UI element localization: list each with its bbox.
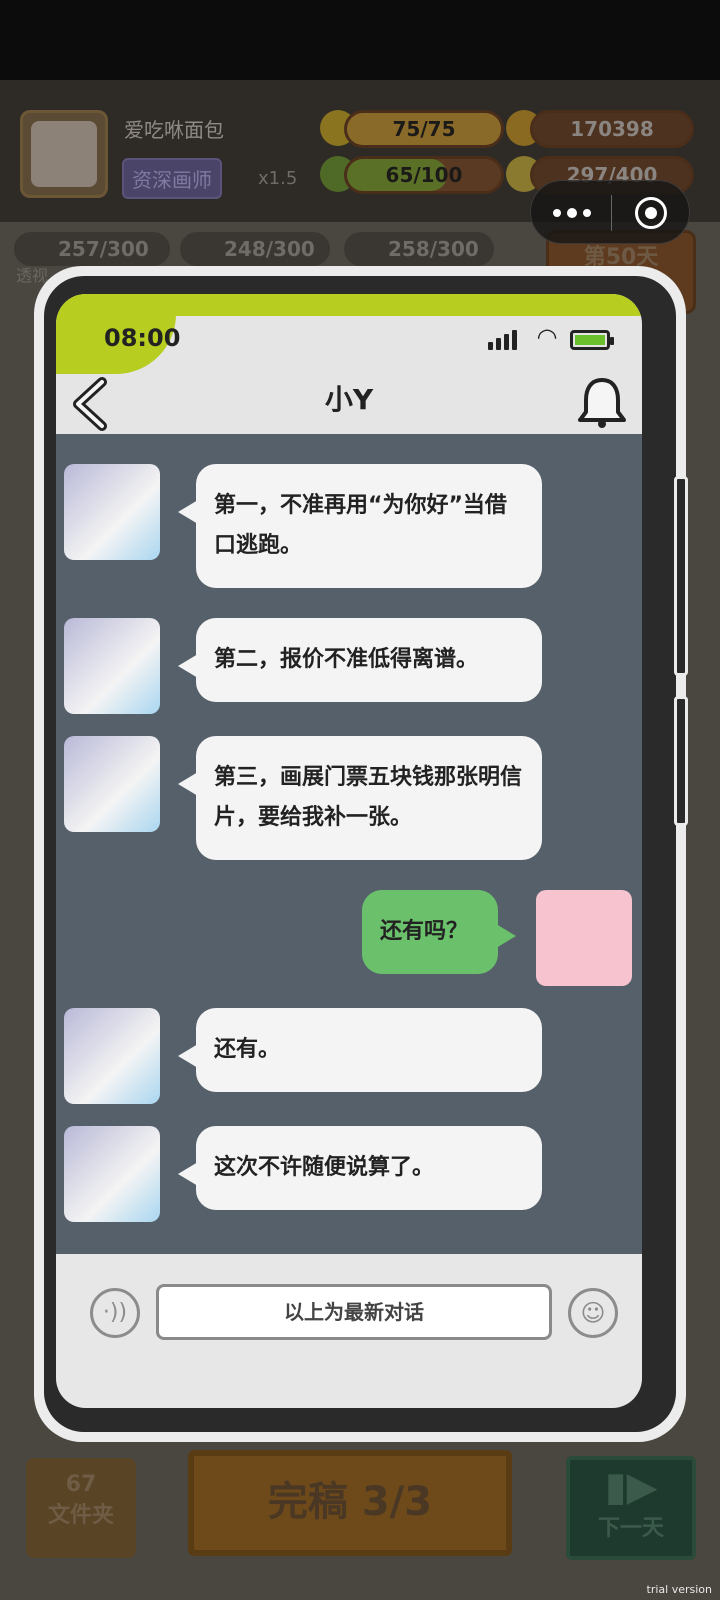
message-bubble: 还有。 bbox=[178, 1008, 542, 1092]
miniprogram-capsule bbox=[530, 180, 690, 244]
wifi-icon: ◠ bbox=[536, 323, 558, 351]
player-avatar bbox=[20, 110, 108, 198]
coins-bar: 170398 bbox=[530, 110, 694, 148]
phone-device: 08:00 ◠ 小Y 第一，不准再用“为你好”当借口逃跑。 第二，报价不准低得离… bbox=[34, 266, 688, 1442]
skill-composition: 258/300 bbox=[344, 232, 494, 266]
chat-message: 这次不许随便说算了。 bbox=[64, 1126, 544, 1222]
player-chat-avatar bbox=[536, 890, 632, 986]
skill-perspective: 257/300 bbox=[14, 232, 170, 266]
phone-side-button bbox=[674, 696, 688, 826]
contact-avatar bbox=[64, 1008, 160, 1104]
contact-avatar bbox=[64, 1126, 160, 1222]
health-bar: 65/100 bbox=[344, 156, 504, 194]
phone-side-button bbox=[674, 476, 688, 676]
latest-conversation-notice[interactable]: 以上为最新对话 bbox=[156, 1284, 552, 1340]
chat-input-bar: ·)) 以上为最新对话 ☺ bbox=[56, 1254, 642, 1408]
folder-button[interactable]: 67 文件夹 bbox=[26, 1458, 136, 1558]
contact-avatar bbox=[64, 618, 160, 714]
submit-artwork-button[interactable]: 完稿 3/3 bbox=[188, 1450, 512, 1556]
bell-icon[interactable] bbox=[576, 374, 628, 430]
menu-dots-icon[interactable] bbox=[531, 181, 611, 245]
chat-contact-name: 小Y bbox=[324, 383, 374, 416]
chat-message: 第三，画展门票五块钱那张明信片，要给我补一张。 bbox=[64, 736, 544, 876]
voice-icon[interactable]: ·)) bbox=[90, 1288, 140, 1338]
emoji-icon[interactable]: ☺ bbox=[568, 1288, 618, 1338]
message-bubble: 第一，不准再用“为你好”当借口逃跑。 bbox=[178, 464, 542, 588]
status-time: 08:00 bbox=[104, 324, 181, 352]
chat-message-list: 第一，不准再用“为你好”当借口逃跑。 第二，报价不准低得离谱。 第三，画展门票五… bbox=[56, 434, 642, 1254]
skip-icon: ▮▶ bbox=[604, 1464, 658, 1510]
folder-label: 文件夹 bbox=[47, 1503, 114, 1528]
chat-header: 08:00 ◠ 小Y bbox=[56, 294, 642, 434]
energy-value: 75/75 bbox=[392, 117, 456, 141]
close-circle-icon[interactable] bbox=[611, 181, 691, 245]
message-bubble: 第二，报价不准低得离谱。 bbox=[178, 618, 542, 702]
contact-avatar bbox=[64, 464, 160, 560]
health-value: 65/100 bbox=[385, 163, 463, 187]
folder-count: 67 bbox=[65, 1472, 97, 1497]
coins-value: 170398 bbox=[570, 117, 654, 141]
skill-perspective-label: 透视 bbox=[16, 266, 49, 285]
chat-message-outgoing: 还有吗？ bbox=[356, 890, 636, 990]
signal-icon bbox=[488, 328, 524, 350]
next-day-label: 下一天 bbox=[597, 1516, 664, 1541]
message-bubble: 这次不许随便说算了。 bbox=[178, 1126, 542, 1210]
player-name: 爱吃咻面包 bbox=[124, 118, 224, 142]
chat-message: 第一，不准再用“为你好”当借口逃跑。 bbox=[64, 464, 544, 604]
watermark: trial version bbox=[646, 1583, 712, 1596]
energy-bar: 75/75 bbox=[344, 110, 504, 148]
skill-color: 248/300 bbox=[180, 232, 330, 266]
chat-message: 还有。 bbox=[64, 1008, 544, 1104]
contact-avatar bbox=[64, 736, 160, 832]
message-bubble: 还有吗？ bbox=[362, 890, 516, 974]
multiplier-text: x1.5 bbox=[258, 168, 298, 189]
rank-badge: 资深画师 bbox=[122, 158, 222, 199]
chat-message: 第二，报价不准低得离谱。 bbox=[64, 618, 544, 714]
message-bubble: 第三，画展门票五块钱那张明信片，要给我补一张。 bbox=[178, 736, 542, 860]
phone-screen: 08:00 ◠ 小Y 第一，不准再用“为你好”当借口逃跑。 第二，报价不准低得离… bbox=[56, 294, 642, 1408]
battery-icon bbox=[570, 330, 614, 350]
next-day-button[interactable]: ▮▶ 下一天 bbox=[566, 1456, 696, 1560]
